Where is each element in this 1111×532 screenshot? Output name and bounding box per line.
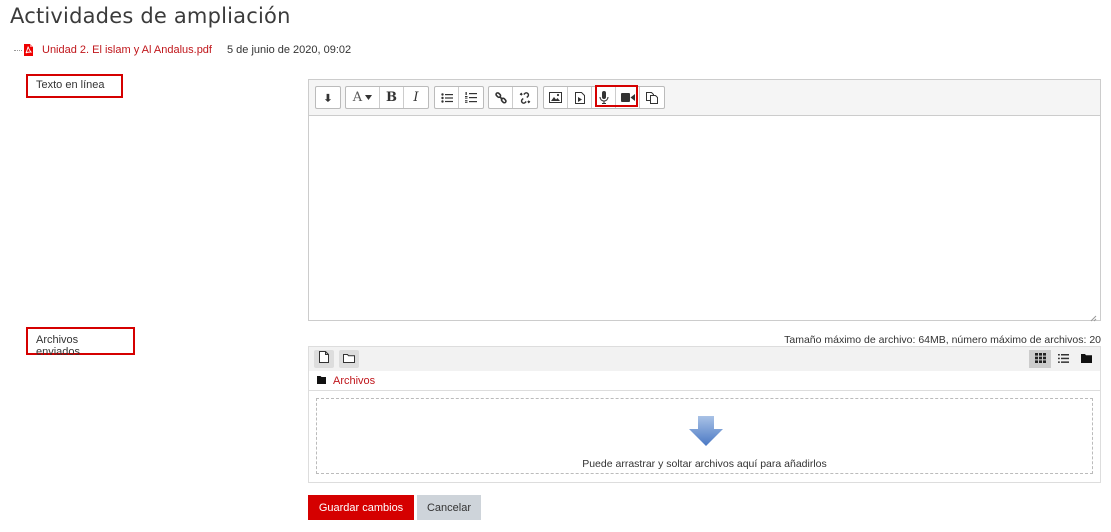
submitted-files-label: Archivos enviados xyxy=(26,327,135,358)
add-file-button[interactable] xyxy=(314,350,334,368)
attached-file: Unidad 2. El islam y Al Andalus.pdf 5 de… xyxy=(14,43,351,57)
tree-connector xyxy=(14,49,22,51)
grid-view-icon xyxy=(1034,350,1046,368)
tree-view-button[interactable] xyxy=(1075,350,1097,368)
file-date: 5 de junio de 2020, 09:02 xyxy=(226,44,352,56)
toolbar-group-files xyxy=(543,86,665,109)
toolbar-group-style: A B I xyxy=(345,86,429,109)
file-link[interactable]: Unidad 2. El islam y Al Andalus.pdf xyxy=(42,44,212,56)
add-file-icon xyxy=(319,350,329,368)
ordered-list-icon xyxy=(465,92,477,103)
manage-files-icon xyxy=(646,91,658,104)
text-editor: A B I xyxy=(308,79,1101,322)
drop-zone-text: Puede arrastrar y soltar archivos aquí p… xyxy=(582,458,827,470)
unordered-list-button[interactable] xyxy=(435,87,459,108)
bold-icon: B xyxy=(386,90,397,105)
record-audio-button[interactable] xyxy=(592,87,616,108)
divider xyxy=(309,390,1100,391)
folder-icon xyxy=(317,375,326,387)
unlink-icon xyxy=(519,91,531,104)
list-view-button[interactable] xyxy=(1052,350,1074,368)
toolbar-group-links xyxy=(488,86,538,109)
page-title: Actividades de ampliación xyxy=(10,4,291,28)
drop-arrow-icon xyxy=(689,416,723,451)
image-icon xyxy=(549,92,562,103)
toggle-toolbar-button[interactable] xyxy=(316,87,340,108)
create-folder-button[interactable] xyxy=(339,350,359,368)
toolbar-group-collapse xyxy=(315,86,341,109)
insert-image-button[interactable] xyxy=(544,87,568,108)
record-video-icon xyxy=(620,93,635,102)
file-drop-zone[interactable]: Puede arrastrar y soltar archivos aquí p… xyxy=(316,398,1093,474)
online-text-label: Texto en línea xyxy=(26,74,123,98)
file-limits-text: Tamaño máximo de archivo: 64MB, número m… xyxy=(784,334,1101,346)
media-icon xyxy=(574,91,585,104)
italic-icon: I xyxy=(413,90,419,105)
list-view-icon xyxy=(1057,350,1069,368)
record-video-button[interactable] xyxy=(616,87,640,108)
pdf-icon xyxy=(23,44,34,56)
editor-content-area[interactable] xyxy=(309,116,1100,320)
link-button[interactable] xyxy=(489,87,513,108)
chevron-down-icon xyxy=(365,95,373,100)
resize-handle-icon[interactable] xyxy=(1089,309,1097,322)
record-audio-icon xyxy=(598,91,609,104)
font-style-icon: A xyxy=(352,90,363,105)
cancel-button[interactable]: Cancelar xyxy=(417,495,481,520)
link-icon xyxy=(494,91,507,104)
file-manager-toolbar xyxy=(309,347,1100,371)
manage-files-button[interactable] xyxy=(640,87,664,108)
editor-toolbar: A B I xyxy=(309,80,1100,116)
grid-view-button[interactable] xyxy=(1029,350,1051,368)
font-style-button[interactable]: A xyxy=(346,87,380,108)
file-manager: Archivos Puede arrastrar y soltar archiv… xyxy=(308,346,1101,483)
bold-button[interactable]: B xyxy=(380,87,404,108)
unordered-list-icon xyxy=(440,92,453,103)
italic-button[interactable]: I xyxy=(404,87,428,108)
breadcrumb-folder-link[interactable]: Archivos xyxy=(333,375,375,387)
insert-media-button[interactable] xyxy=(568,87,592,108)
toolbar-group-list xyxy=(434,86,484,109)
unlink-button[interactable] xyxy=(513,87,537,108)
save-changes-button[interactable]: Guardar cambios xyxy=(308,495,414,520)
toggle-icon xyxy=(323,93,333,103)
breadcrumb: Archivos xyxy=(317,373,375,389)
folder-icon xyxy=(343,350,355,368)
tree-view-icon xyxy=(1080,350,1092,368)
ordered-list-button[interactable] xyxy=(459,87,483,108)
